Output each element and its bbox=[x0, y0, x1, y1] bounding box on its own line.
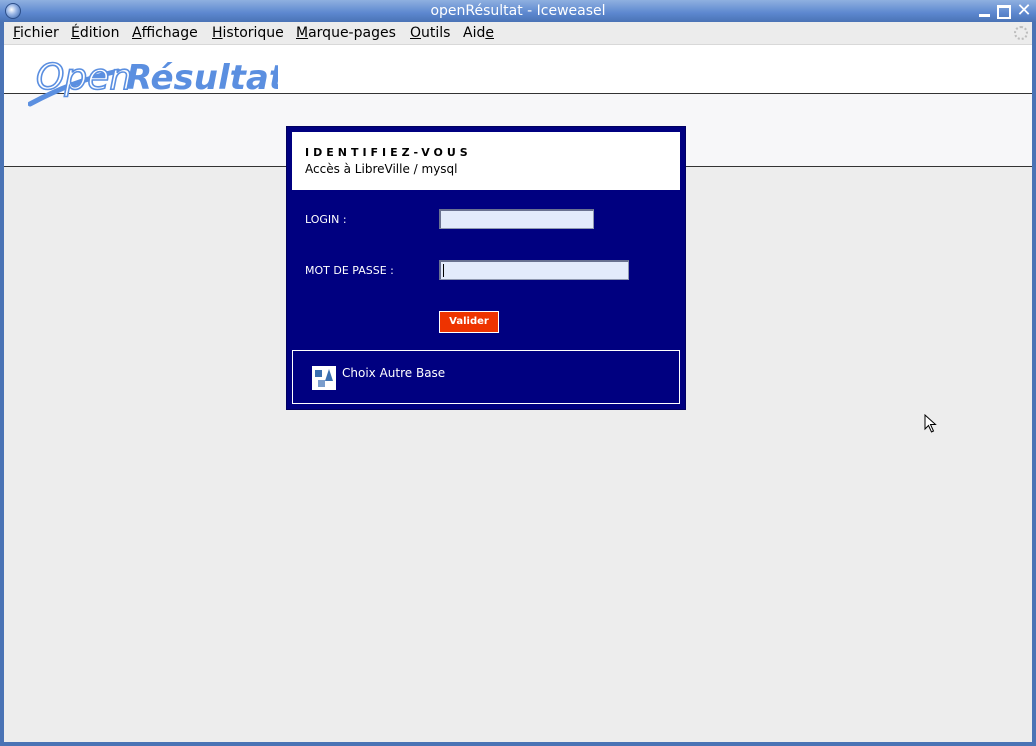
menu-historique[interactable]: Historique bbox=[212, 25, 284, 41]
title-bar: openRésultat - Iceweasel ✕ bbox=[0, 0, 1036, 22]
window-title: openRésultat - Iceweasel bbox=[430, 3, 606, 19]
browser-window: openRésultat - Iceweasel ✕ Fichier Éditi… bbox=[0, 0, 1036, 746]
menu-fichier[interactable]: Fichier bbox=[13, 25, 59, 41]
text-caret bbox=[443, 264, 444, 277]
openresultat-logo: Open Résultat bbox=[28, 56, 278, 107]
menu-bar: Fichier Édition Affichage Historique Mar… bbox=[4, 22, 1032, 45]
svg-text:Résultat: Résultat bbox=[126, 58, 278, 98]
database-choice-icon[interactable] bbox=[312, 366, 336, 390]
menu-aide[interactable]: Aide bbox=[463, 25, 494, 41]
login-title: IDENTIFIEZ-VOUS bbox=[305, 146, 472, 159]
throbber-icon bbox=[1014, 26, 1028, 40]
password-label: MOT DE PASSE : bbox=[305, 264, 394, 277]
login-subtitle: Accès à LibreVille / mysql bbox=[305, 162, 458, 176]
iceweasel-icon[interactable] bbox=[5, 3, 21, 19]
mouse-cursor-icon bbox=[924, 414, 937, 433]
login-panel: IDENTIFIEZ-VOUS Accès à LibreVille / mys… bbox=[286, 126, 686, 410]
svg-text:Open: Open bbox=[36, 57, 132, 98]
menu-outils[interactable]: Outils bbox=[410, 25, 450, 41]
menu-edition[interactable]: Édition bbox=[71, 25, 119, 41]
login-input[interactable] bbox=[439, 209, 594, 229]
maximize-icon[interactable] bbox=[996, 3, 1012, 19]
minimize-icon[interactable] bbox=[976, 3, 992, 19]
valider-button[interactable]: Valider bbox=[439, 311, 499, 333]
password-input[interactable] bbox=[439, 260, 629, 280]
login-label: LOGIN : bbox=[305, 213, 347, 226]
page-content: Open Résultat IDENTIFIEZ-VOUS Accès à Li… bbox=[4, 45, 1032, 742]
other-base-box: Choix Autre Base bbox=[292, 350, 680, 404]
menu-marque-pages[interactable]: Marque-pages bbox=[296, 25, 396, 41]
login-header: IDENTIFIEZ-VOUS Accès à LibreVille / mys… bbox=[292, 132, 680, 190]
close-icon[interactable]: ✕ bbox=[1016, 2, 1032, 20]
other-base-link[interactable]: Choix Autre Base bbox=[342, 366, 445, 380]
menu-affichage[interactable]: Affichage bbox=[132, 25, 198, 41]
